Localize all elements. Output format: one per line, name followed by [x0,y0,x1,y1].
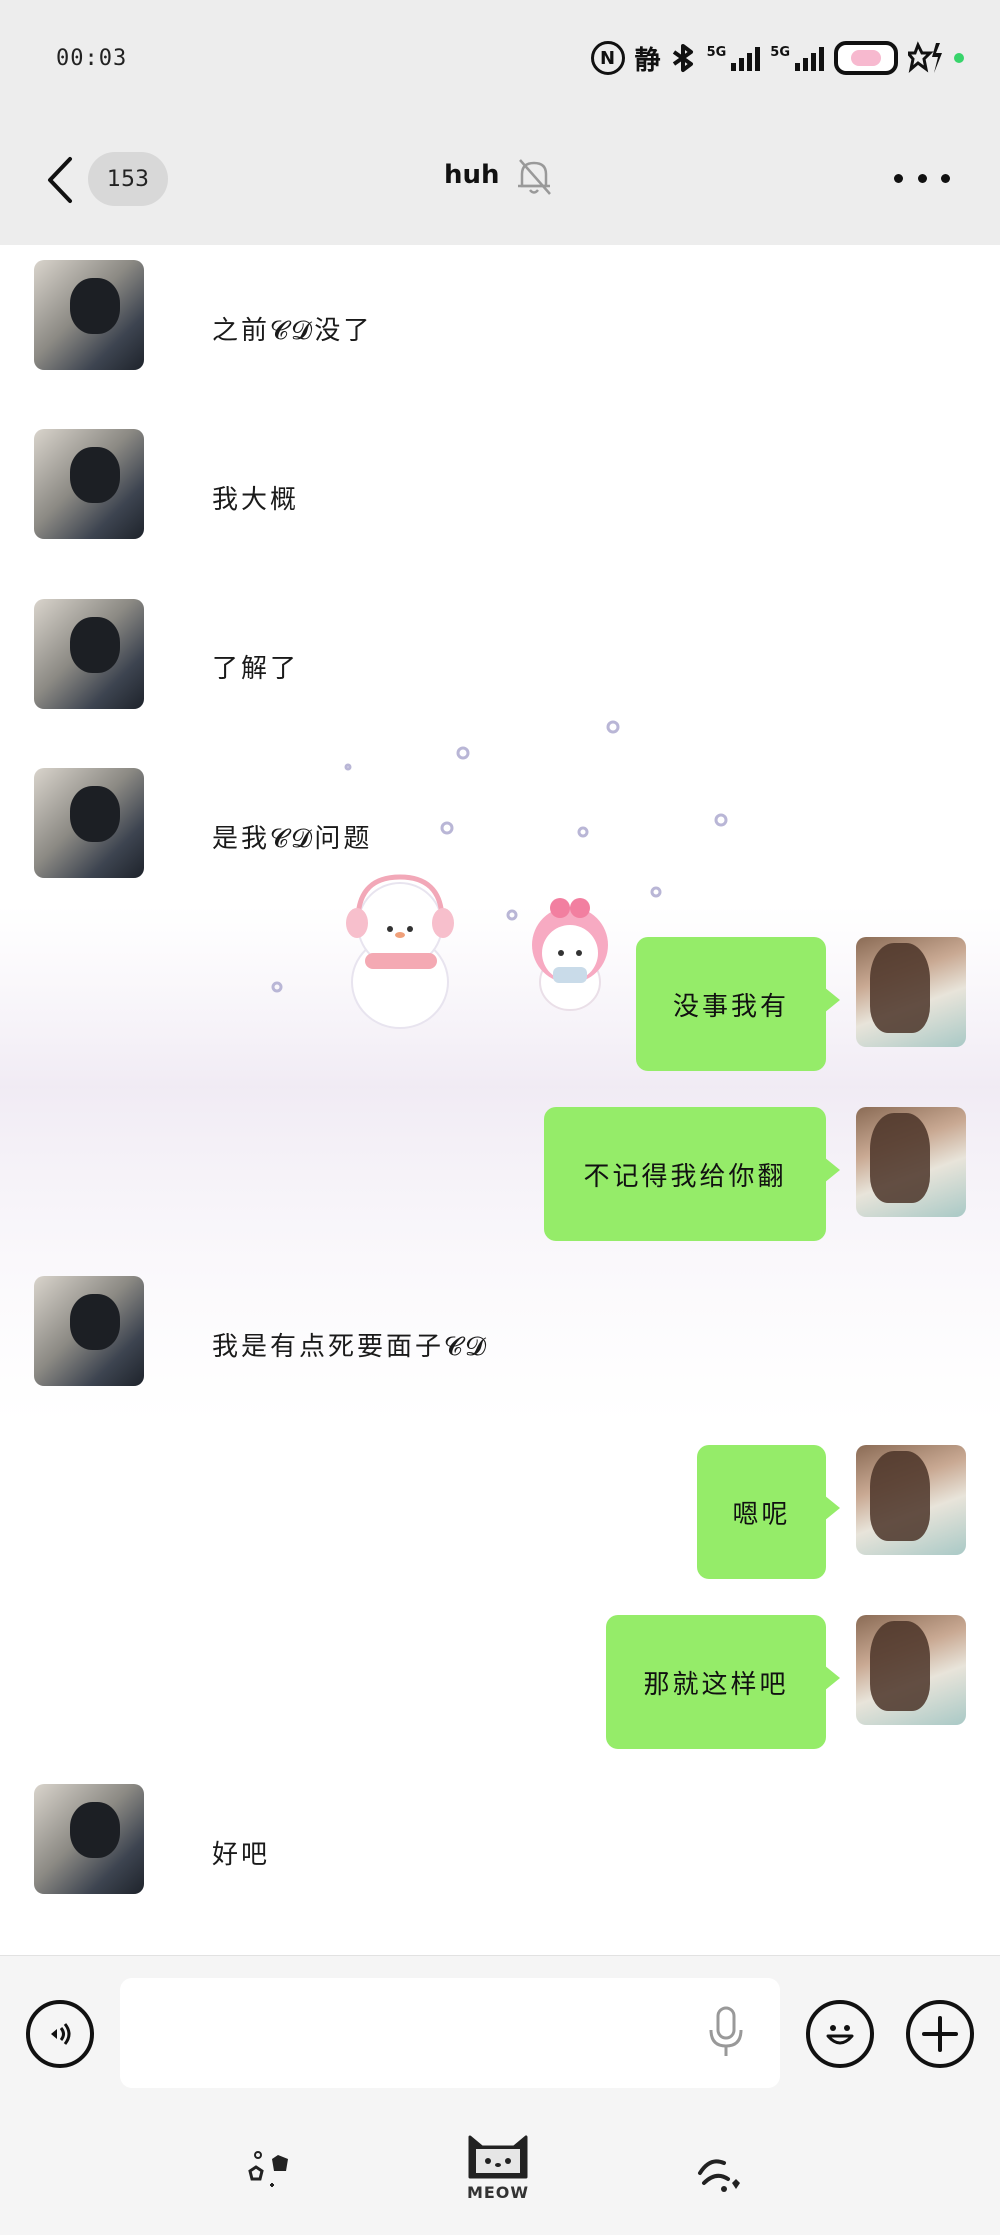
avatar-contact[interactable] [34,768,144,878]
more-actions-button[interactable] [906,2000,974,2068]
toolbar-swirl-button[interactable] [694,2149,746,2195]
message-text: 我是有点死要面子𝓒𝓓 [212,1332,489,1362]
avatar-contact[interactable] [34,1276,144,1386]
message-text: 好吧 [212,1840,271,1870]
bluetooth-icon [672,44,693,72]
avatar-self[interactable] [856,1445,966,1555]
bottom-toolbar: MEOW [0,2097,1000,2235]
toolbar-sparkle-button[interactable] [244,2149,296,2195]
message-bubble[interactable]: 嗯呢 [697,1445,840,1579]
message-input[interactable] [120,1978,780,2088]
emoji-icon [826,2025,854,2045]
voice-icon [51,2023,71,2045]
chat-area[interactable]: 之前𝓒𝓓没了 我大概 了解了 是我𝓒𝓓问题 没事我有 不记得我给你翻 我是有点死… [0,245,1000,1955]
bell-off-icon [518,159,551,195]
message-bubble[interactable]: 不记得我给你翻 [544,1107,840,1241]
signal-icon: 5G [707,45,761,71]
avatar-contact[interactable] [34,260,144,370]
bunny-illustration [532,898,608,1011]
sparkle-icon [248,2151,288,2187]
message-bubble[interactable]: 那就这样吧 [606,1615,840,1749]
message-bubble[interactable]: 没事我有 [636,937,840,1071]
cat-face-icon [468,2135,528,2179]
plus-icon [922,2016,958,2052]
swirl-icon [698,2159,740,2192]
toolbar-meow-button[interactable]: MEOW [462,2127,534,2202]
signal-icon-2: 5G [770,45,824,71]
battery-icon [834,41,898,75]
meow-label: MEOW [466,2183,530,2202]
chevron-left-icon [48,157,72,203]
sim1-network-label: 5G [706,45,727,60]
snowman-illustration [346,874,454,1029]
avatar-contact[interactable] [34,599,144,709]
more-dots-icon [894,173,903,183]
message-input-bar [0,1955,1000,2097]
top-bar: 00:03 N 静 5G 5G 153 huh [0,0,1000,245]
unread-count-badge[interactable]: 153 [88,152,168,206]
voice-mode-button[interactable] [26,2000,94,2068]
silent-mode-label: 静 [634,45,661,76]
mic-icon[interactable] [706,2006,746,2058]
message-text: 是我𝓒𝓓问题 [212,824,373,854]
avatar-self[interactable] [856,1615,966,1725]
avatar-self[interactable] [856,937,966,1047]
more-options-button[interactable] [894,158,950,198]
charging-icon [908,41,942,73]
message-text: 我大概 [212,485,300,515]
message-text: 之前𝓒𝓓没了 [212,316,373,346]
avatar-contact[interactable] [34,1784,144,1894]
avatar-contact[interactable] [34,429,144,539]
status-icons: N 静 5G 5G [590,38,964,78]
nfc-icon: N [590,41,625,75]
avatar-self[interactable] [856,1107,966,1217]
sim2-network-label: 5G [770,45,790,60]
emoji-button[interactable] [806,2000,874,2068]
privacy-dot [954,53,964,63]
back-button[interactable] [40,152,80,208]
message-text: 了解了 [212,654,300,684]
chat-background-illustration [0,720,1000,1425]
status-time: 00:03 [56,46,128,71]
chat-title: huh [444,160,500,190]
